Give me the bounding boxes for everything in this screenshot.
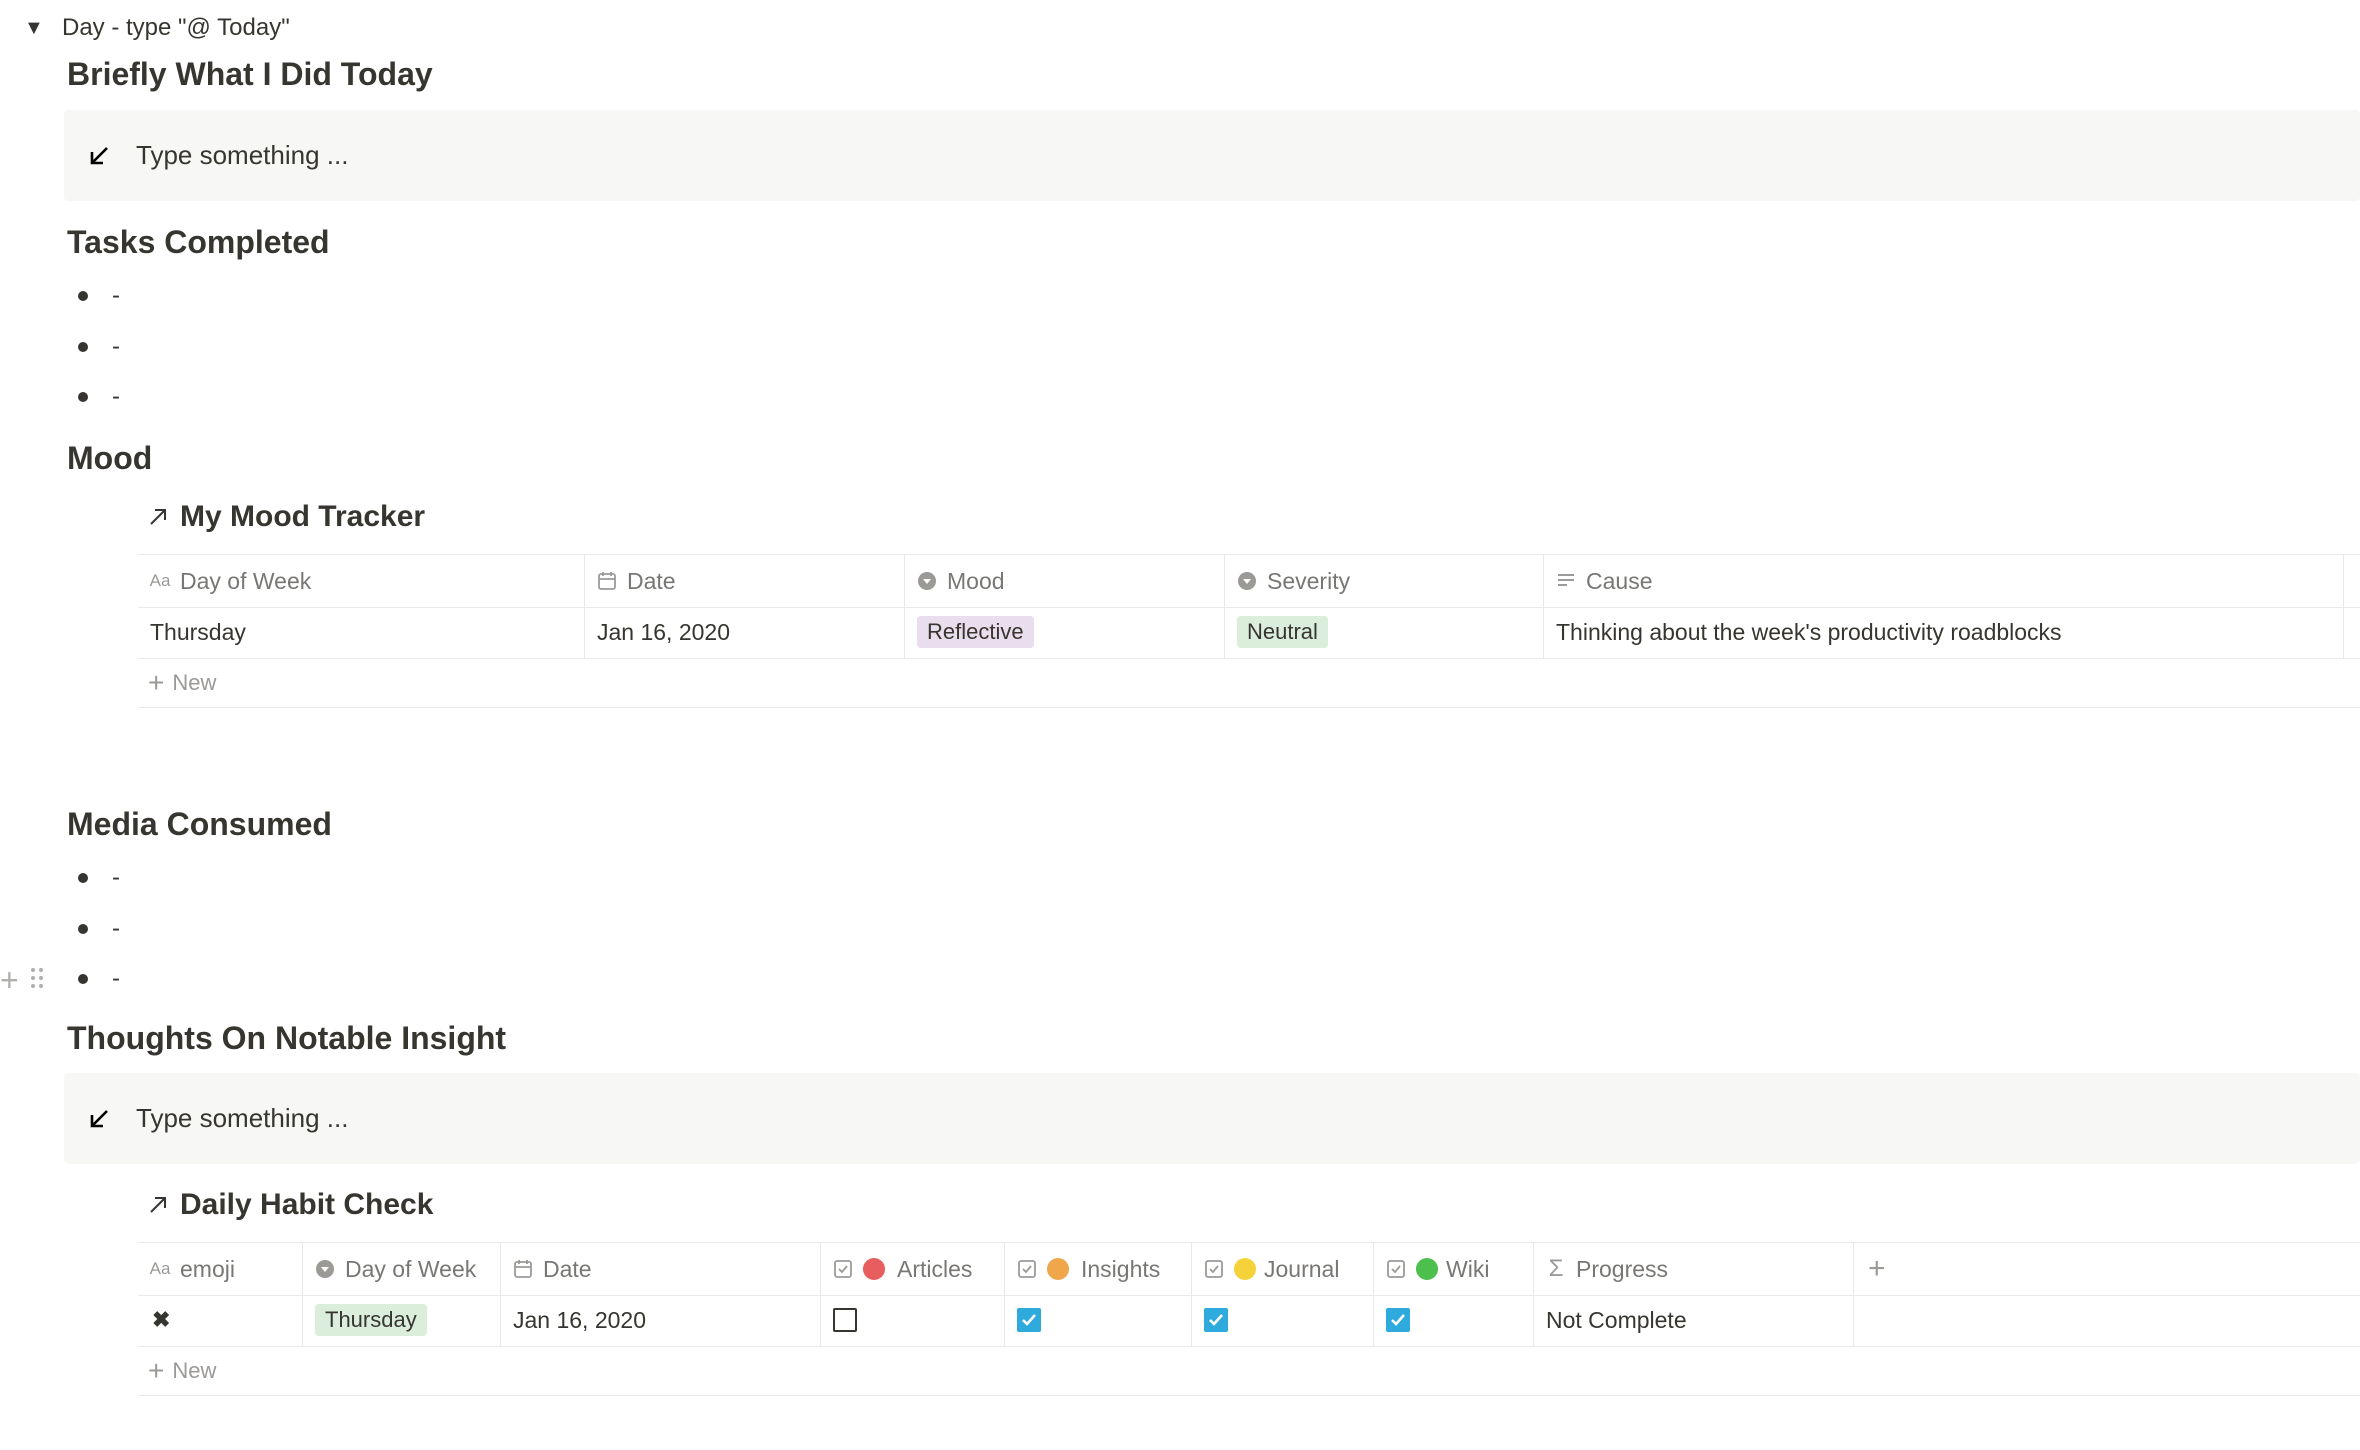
- severity-tag: Neutral: [1237, 616, 1328, 648]
- new-row-button[interactable]: + New: [138, 1346, 2360, 1396]
- cell-cause[interactable]: Thinking about the week's productivity r…: [1544, 606, 2344, 658]
- column-wiki[interactable]: Wiki: [1374, 1243, 1534, 1295]
- list-item[interactable]: -: [78, 276, 120, 316]
- day-tag: Thursday: [315, 1304, 427, 1336]
- plus-icon: +: [148, 666, 165, 698]
- cell-date[interactable]: Jan 16, 2020: [585, 606, 905, 658]
- checkbox-property-icon: [833, 1259, 853, 1279]
- table-header: Aa emoji Day of Week Date Articles Insig…: [138, 1242, 2360, 1296]
- list-item[interactable]: -: [78, 858, 120, 898]
- cell-journal[interactable]: [1192, 1294, 1374, 1346]
- calendar-icon: [597, 571, 617, 591]
- orange-circle-icon: [1047, 1258, 1069, 1280]
- new-row-button[interactable]: + New: [138, 658, 2360, 708]
- bullet-icon: [78, 924, 88, 934]
- checkbox-checked[interactable]: [1017, 1308, 1041, 1332]
- text-lines-icon: [1556, 571, 1576, 591]
- cell-severity[interactable]: Neutral: [1225, 606, 1544, 658]
- column-day-of-week[interactable]: Day of Week: [303, 1243, 501, 1295]
- list-item[interactable]: -: [78, 959, 120, 999]
- green-circle-icon: [1416, 1258, 1438, 1280]
- drag-handle-icon[interactable]: [29, 966, 45, 995]
- column-insights[interactable]: Insights: [1005, 1243, 1192, 1295]
- list-item[interactable]: -: [78, 377, 120, 417]
- callout-text[interactable]: Type something ...: [136, 140, 348, 171]
- column-day-of-week[interactable]: Aa Day of Week: [138, 555, 585, 607]
- cell-emoji[interactable]: ✖: [138, 1294, 303, 1346]
- plus-icon[interactable]: +: [0, 962, 19, 999]
- checkbox-property-icon: [1017, 1259, 1037, 1279]
- bullet-icon: [78, 392, 88, 402]
- heading-thoughts[interactable]: Thoughts On Notable Insight: [67, 1020, 506, 1057]
- checkbox-checked[interactable]: [1204, 1308, 1228, 1332]
- cell-insights[interactable]: [1005, 1294, 1192, 1346]
- bullet-icon: [78, 342, 88, 352]
- column-articles[interactable]: Articles: [821, 1243, 1005, 1295]
- column-date[interactable]: Date: [585, 555, 905, 607]
- cell-articles[interactable]: [821, 1294, 1005, 1346]
- cell-wiki[interactable]: [1374, 1294, 1534, 1346]
- column-severity[interactable]: Severity: [1225, 555, 1544, 607]
- cell-day[interactable]: Thursday: [303, 1294, 501, 1346]
- arrow-down-left-icon: [84, 1108, 114, 1130]
- column-emoji[interactable]: Aa emoji: [138, 1243, 303, 1295]
- database-title[interactable]: My Mood Tracker: [180, 500, 425, 534]
- plus-icon: +: [1868, 1252, 1886, 1285]
- arrow-up-right-icon: [150, 1197, 166, 1213]
- mood-tracker-title[interactable]: My Mood Tracker: [146, 500, 425, 534]
- text-property-icon: Aa: [149, 1259, 171, 1278]
- heading-tasks[interactable]: Tasks Completed: [67, 224, 330, 261]
- bullet-icon: [78, 873, 88, 883]
- table-header: Aa Day of Week Date Mood Severity Cause: [138, 554, 2360, 608]
- list-item[interactable]: -: [78, 909, 120, 949]
- arrow-down-left-icon: [84, 145, 114, 167]
- table-row[interactable]: ✖ Thursday Jan 16, 2020 Not Complete: [138, 1294, 2360, 1347]
- yellow-circle-icon: [1234, 1258, 1256, 1280]
- toggle-title[interactable]: Day - type "@ Today": [62, 14, 290, 42]
- plus-icon: +: [148, 1354, 165, 1386]
- column-cause[interactable]: Cause: [1544, 555, 2344, 607]
- checkbox-property-icon: [1386, 1259, 1406, 1279]
- bullet-icon: [78, 974, 88, 984]
- triangle-down-icon[interactable]: ▼: [24, 17, 48, 40]
- cell-mood[interactable]: Reflective: [905, 606, 1225, 658]
- column-date[interactable]: Date: [501, 1243, 821, 1295]
- red-circle-icon: [863, 1258, 885, 1280]
- checkbox-property-icon: [1204, 1259, 1224, 1279]
- callout-thoughts[interactable]: Type something ...: [64, 1073, 2360, 1164]
- column-journal[interactable]: Journal: [1192, 1243, 1374, 1295]
- table-row[interactable]: Thursday Jan 16, 2020 Reflective Neutral…: [138, 606, 2360, 659]
- text-property-icon: Aa: [149, 571, 171, 590]
- select-icon: [315, 1259, 335, 1279]
- heading-mood[interactable]: Mood: [67, 440, 152, 477]
- callout-briefly[interactable]: Type something ...: [64, 110, 2360, 201]
- checkbox-unchecked[interactable]: [833, 1308, 857, 1332]
- block-handles: +: [0, 962, 45, 999]
- cell-progress[interactable]: Not Complete: [1534, 1294, 1854, 1346]
- callout-text[interactable]: Type something ...: [136, 1103, 348, 1134]
- checkbox-checked[interactable]: [1386, 1308, 1410, 1332]
- column-mood[interactable]: Mood: [905, 555, 1225, 607]
- heading-media[interactable]: Media Consumed: [67, 806, 332, 843]
- mood-tracker-table: Aa Day of Week Date Mood Severity Cause …: [138, 554, 2360, 714]
- select-icon: [917, 571, 937, 591]
- toggle-block[interactable]: ▼ Day - type "@ Today": [24, 10, 290, 46]
- habit-check-table: Aa emoji Day of Week Date Articles Insig…: [138, 1242, 2360, 1400]
- list-item[interactable]: -: [78, 327, 120, 367]
- heading-briefly[interactable]: Briefly What I Did Today: [67, 56, 433, 93]
- bullet-icon: [78, 291, 88, 301]
- arrow-up-right-icon: [150, 509, 166, 525]
- calendar-icon: [513, 1259, 533, 1279]
- x-mark-icon: ✖: [152, 1307, 171, 1332]
- add-property-button[interactable]: +: [1854, 1243, 2360, 1295]
- database-title[interactable]: Daily Habit Check: [180, 1188, 433, 1222]
- habit-check-title[interactable]: Daily Habit Check: [146, 1188, 433, 1222]
- formula-sigma-icon: Σ: [1548, 1255, 1564, 1282]
- select-icon: [1237, 571, 1257, 591]
- cell-date[interactable]: Jan 16, 2020: [501, 1294, 821, 1346]
- cell-day[interactable]: Thursday: [138, 606, 585, 658]
- column-progress[interactable]: Σ Progress: [1534, 1243, 1854, 1295]
- mood-tag: Reflective: [917, 616, 1034, 648]
